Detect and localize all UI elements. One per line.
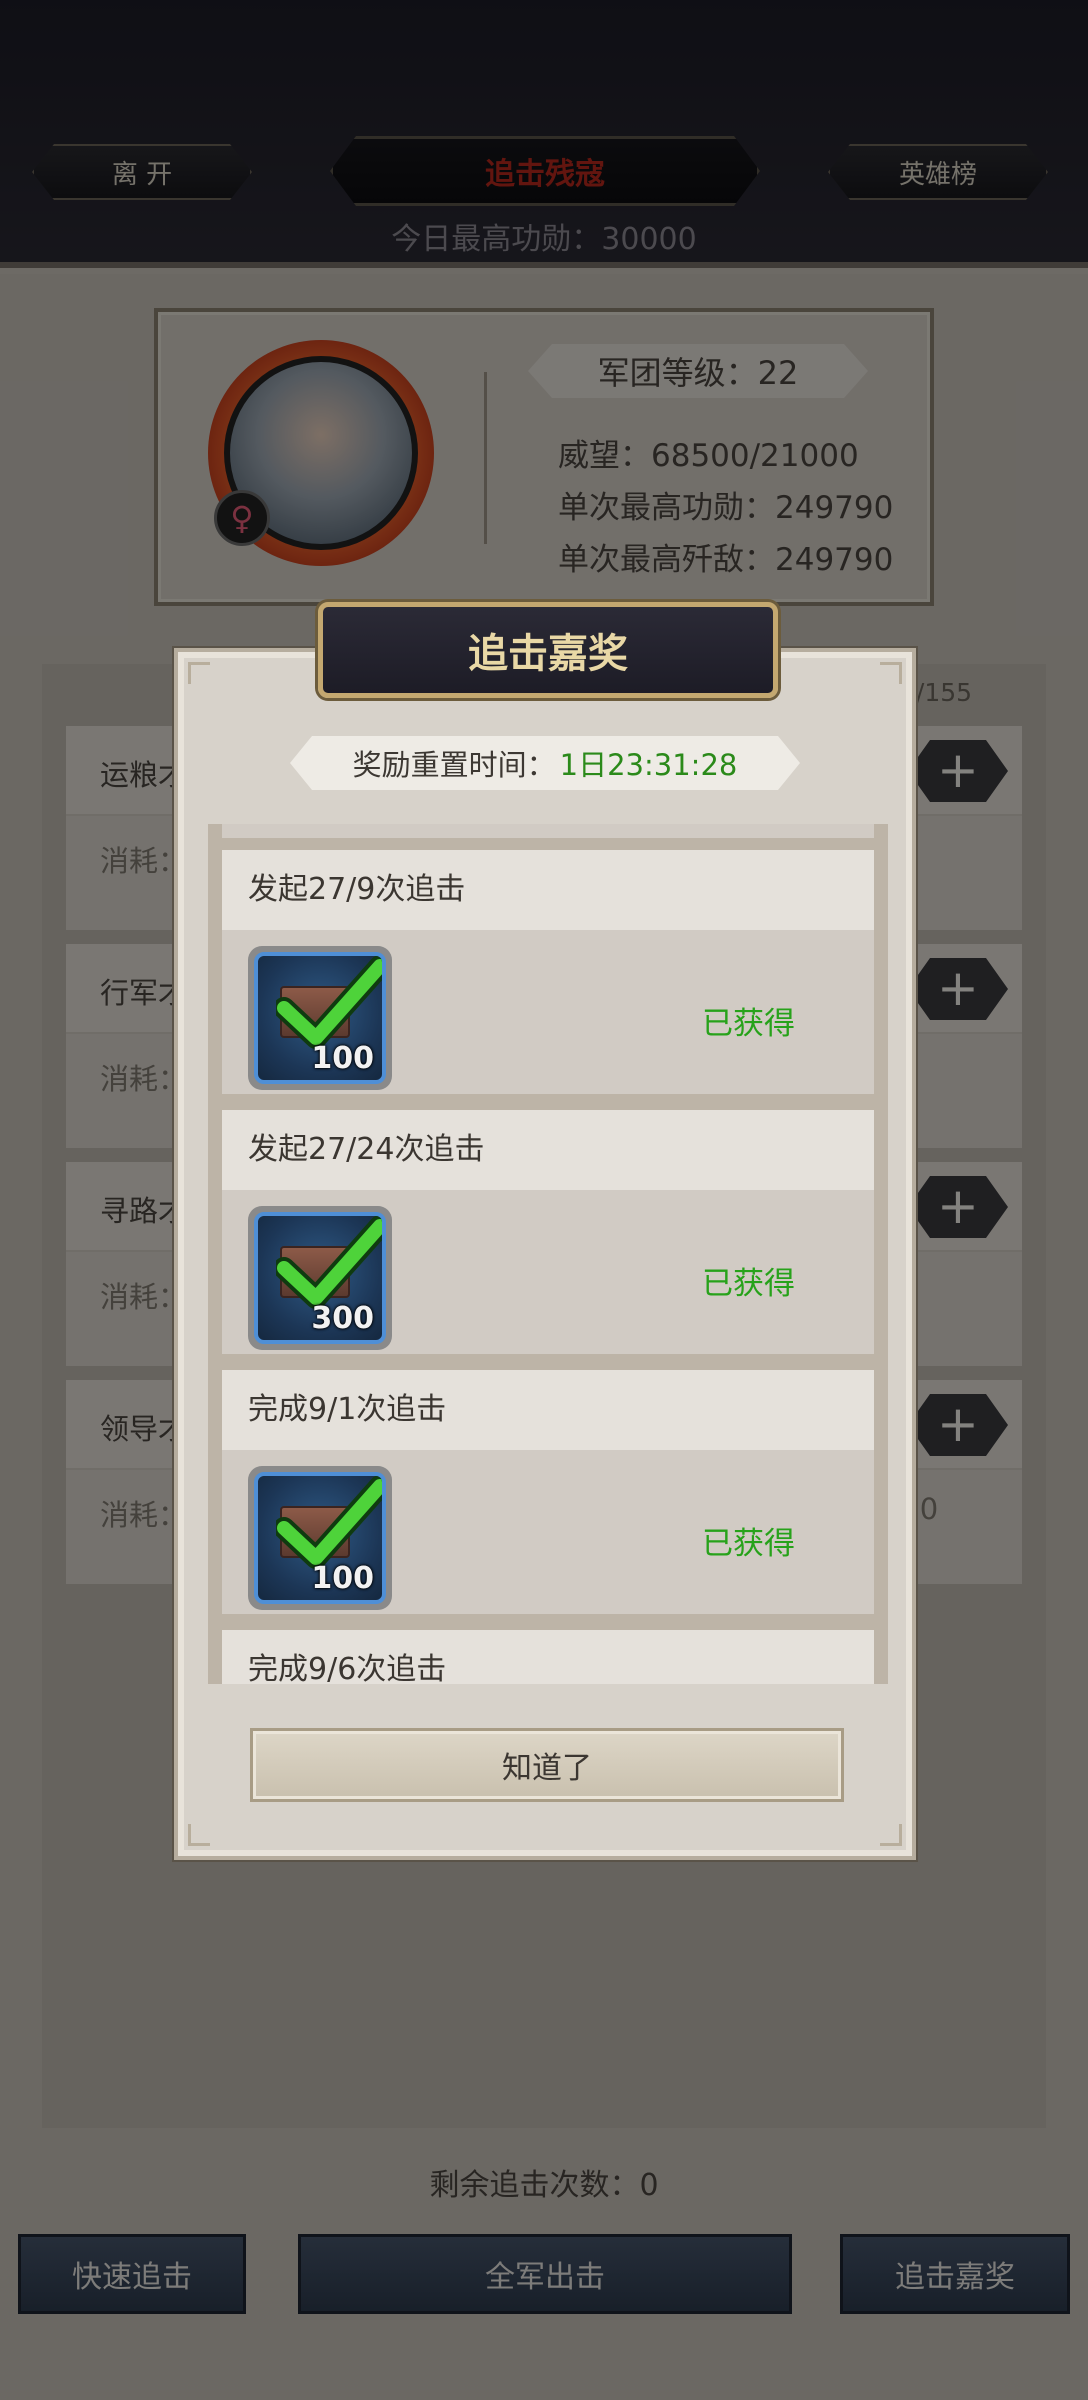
claimed-status: 已获得 [702, 1006, 795, 1042]
list-item: 完成9/1次追击 100 已获得 [222, 1370, 874, 1614]
reward-chest-icon[interactable]: 100 [248, 1466, 392, 1610]
reward-list[interactable]: 发起27/9次追击 100 已获得 发起27/24次追击 300 已获得 完成9… [208, 824, 888, 1684]
corner-ornament [188, 1824, 210, 1846]
got-it-button[interactable]: 知道了 [250, 1728, 844, 1802]
reward-title: 完成9/6次追击 [222, 1630, 874, 1684]
reward-quantity: 300 [311, 1301, 374, 1336]
list-item: 发起27/24次追击 300 已获得 [222, 1110, 874, 1354]
reset-time-value: 1日23:31:28 [559, 748, 738, 782]
rewards-dialog: 追击嘉奖 奖励重置时间： 1日23:31:28 发起27/9次追击 100 已获… [174, 602, 916, 1860]
reset-time-banner: 奖励重置时间： 1日23:31:28 [290, 736, 800, 790]
reward-title: 完成9/1次追击 [222, 1370, 874, 1450]
claimed-status: 已获得 [702, 1266, 795, 1302]
reward-chest-icon[interactable]: 300 [248, 1206, 392, 1350]
dialog-title: 追击嘉奖 [318, 602, 778, 698]
corner-ornament [880, 1824, 902, 1846]
list-item: 完成9/6次追击 [222, 1630, 874, 1684]
reward-chest-icon[interactable]: 100 [248, 946, 392, 1090]
reward-title: 发起27/9次追击 [222, 850, 874, 930]
list-item [222, 824, 874, 838]
reward-title: 发起27/24次追击 [222, 1110, 874, 1190]
corner-ornament [188, 662, 210, 684]
reset-time-label: 奖励重置时间： [352, 748, 556, 782]
claimed-status: 已获得 [702, 1526, 795, 1562]
corner-ornament [880, 662, 902, 684]
reward-quantity: 100 [311, 1041, 374, 1076]
list-item: 发起27/9次追击 100 已获得 [222, 850, 874, 1094]
reward-quantity: 100 [311, 1561, 374, 1596]
